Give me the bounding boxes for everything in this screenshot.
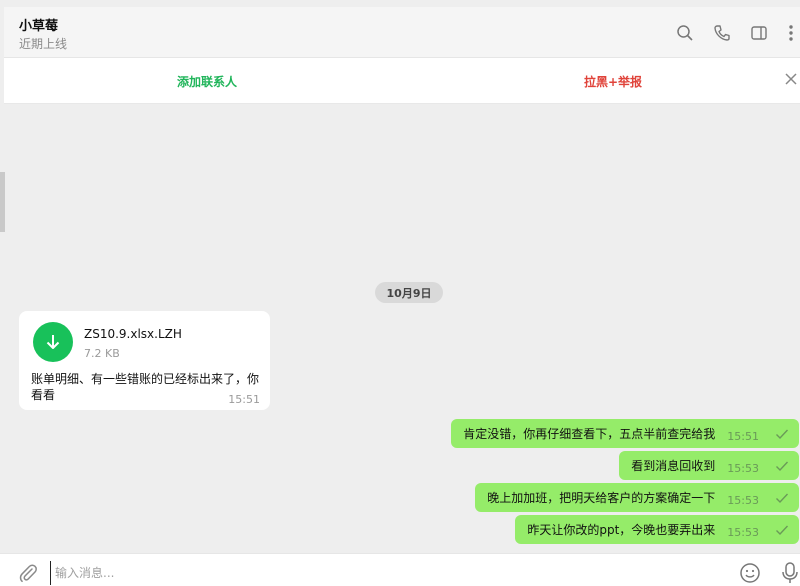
phone-icon[interactable] <box>711 22 733 44</box>
message-text: 账单明细、有一些错账的已经标出来了，你看看 <box>31 372 260 402</box>
close-icon[interactable] <box>782 70 800 88</box>
message-time: 15:51 <box>228 393 260 406</box>
scrollbar-thumb[interactable] <box>0 172 5 232</box>
read-check-icon <box>776 461 789 472</box>
message-text: 肯定没错，你再仔细查看下，五点半前查完给我 <box>463 427 716 441</box>
microphone-icon[interactable] <box>780 561 800 585</box>
stranger-banner: 添加联系人 拉黑+举报 <box>4 58 800 104</box>
read-check-icon <box>776 493 789 504</box>
file-size: 7.2 KB <box>84 347 120 360</box>
outgoing-message: 昨天让你改的ppt，今晚也要弄出来 15:53 <box>515 515 799 544</box>
outgoing-message: 晚上加加班，把明天给客户的方案确定一下 15:53 <box>475 483 799 512</box>
composer <box>0 553 800 586</box>
message-time: 15:51 <box>727 429 759 443</box>
outgoing-message: 肯定没错，你再仔细查看下，五点半前查完给我 15:51 <box>451 419 799 448</box>
search-icon[interactable] <box>674 22 696 44</box>
date-separator: 10月9日 <box>375 282 443 303</box>
add-contact-button[interactable]: 添加联系人 <box>177 73 237 90</box>
message-text: 看到消息回收到 <box>631 459 716 473</box>
message-text: 昨天让你改的ppt，今晚也要弄出来 <box>527 523 716 537</box>
attachment-icon[interactable] <box>17 562 39 584</box>
read-check-icon <box>776 525 789 536</box>
contact-name[interactable]: 小草莓 <box>19 15 58 34</box>
outgoing-message: 看到消息回收到 15:53 <box>619 451 799 480</box>
message-text: 晚上加加班，把明天给客户的方案确定一下 <box>487 491 716 505</box>
chat-header: 小草莓 近期上线 <box>4 7 800 58</box>
incoming-message: ZS10.9.xlsx.LZH 7.2 KB 账单明细、有一些错账的已经标出来了… <box>19 311 270 410</box>
contact-status: 近期上线 <box>19 37 68 51</box>
emoji-icon[interactable] <box>739 562 761 584</box>
message-time: 15:53 <box>727 493 759 507</box>
message-time: 15:53 <box>727 461 759 475</box>
file-name[interactable]: ZS10.9.xlsx.LZH <box>84 327 182 341</box>
more-vertical-icon[interactable] <box>780 22 800 44</box>
sidebar-toggle-icon[interactable] <box>748 22 770 44</box>
message-input[interactable] <box>50 561 710 585</box>
download-icon[interactable] <box>33 322 73 362</box>
block-report-button[interactable]: 拉黑+举报 <box>584 73 642 90</box>
read-check-icon <box>776 429 789 440</box>
message-time: 15:53 <box>727 525 759 539</box>
